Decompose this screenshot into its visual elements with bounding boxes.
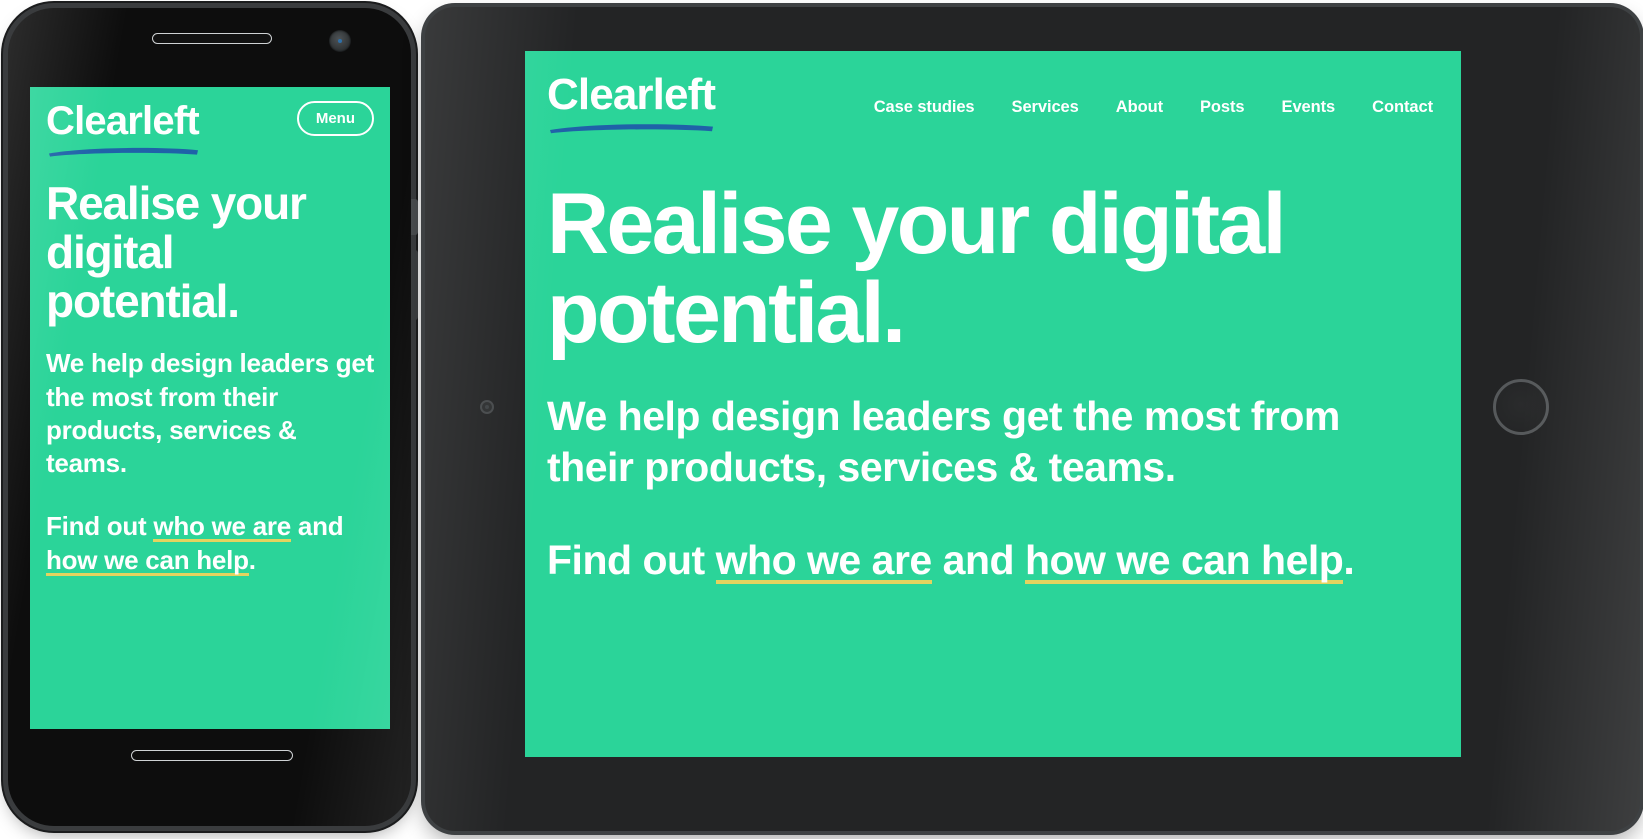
hero-lead-text: We help design leaders get the most from…	[46, 348, 374, 479]
find-out-suffix: .	[1343, 536, 1355, 583]
link-how-we-can-help[interactable]: how we can help	[1025, 537, 1344, 584]
link-who-we-are[interactable]: who we are	[153, 511, 291, 542]
volume-button[interactable]	[411, 199, 418, 235]
home-indicator-icon	[131, 750, 293, 761]
logo-brushstroke-underline	[550, 124, 713, 134]
tablet-hero: Realise your digital potential. We help …	[525, 134, 1461, 586]
phone-site-header: Clearleft Menu	[30, 87, 390, 157]
power-button[interactable]	[411, 250, 418, 320]
tablet-site-header: Clearleft Case studies Services About Po…	[525, 51, 1461, 134]
link-how-we-can-help[interactable]: how we can help	[46, 545, 249, 576]
nav-item-contact[interactable]: Contact	[1372, 98, 1433, 117]
link-who-we-are[interactable]: who we are	[716, 537, 933, 584]
hero-find-out-line: Find out who we are and how we can help.	[46, 510, 374, 577]
find-out-middle: and	[931, 536, 1025, 583]
phone-webpage: Clearleft Menu Realise your digital pote…	[30, 87, 390, 729]
nav-item-services[interactable]: Services	[1012, 98, 1079, 117]
logo-wordmark: Clearleft	[547, 70, 716, 119]
front-camera-icon	[329, 30, 351, 52]
phone-device: Clearleft Menu Realise your digital pote…	[0, 2, 419, 832]
find-out-middle: and	[290, 511, 344, 542]
phone-hero: Realise your digital potential. We help …	[30, 157, 390, 577]
find-out-prefix: Find out	[46, 511, 154, 542]
page-title: Realise your digital potential.	[547, 176, 1287, 361]
logo-wordmark: Clearleft	[46, 99, 200, 143]
tablet-screen: Clearleft Case studies Services About Po…	[525, 51, 1461, 757]
primary-navigation: Case studies Services About Posts Events…	[874, 90, 1433, 117]
hero-lead-text: We help design leaders get the most from…	[547, 393, 1340, 490]
home-button-icon[interactable]	[1493, 379, 1549, 435]
find-out-suffix: .	[248, 544, 256, 575]
page-title: Realise your digital potential.	[46, 177, 307, 327]
nav-item-posts[interactable]: Posts	[1200, 98, 1245, 117]
nav-item-events[interactable]: Events	[1282, 98, 1336, 117]
front-camera-icon	[480, 400, 494, 414]
tablet-device: Clearleft Case studies Services About Po…	[425, 7, 1640, 831]
speaker-grille-icon	[152, 33, 272, 44]
logo-brushstroke-underline	[49, 147, 198, 157]
device-mockup-scene: Clearleft Menu Realise your digital pote…	[0, 0, 1643, 839]
nav-item-about[interactable]: About	[1116, 98, 1163, 117]
find-out-prefix: Find out	[547, 536, 716, 583]
nav-item-case-studies[interactable]: Case studies	[874, 98, 975, 117]
hero-find-out-line: Find out who we are and how we can help.	[547, 535, 1437, 586]
clearleft-logo[interactable]: Clearleft	[46, 101, 202, 157]
menu-button[interactable]: Menu	[296, 101, 374, 136]
phone-screen: Clearleft Menu Realise your digital pote…	[30, 87, 390, 729]
clearleft-logo[interactable]: Clearleft	[547, 73, 717, 134]
tablet-webpage: Clearleft Case studies Services About Po…	[525, 51, 1461, 757]
